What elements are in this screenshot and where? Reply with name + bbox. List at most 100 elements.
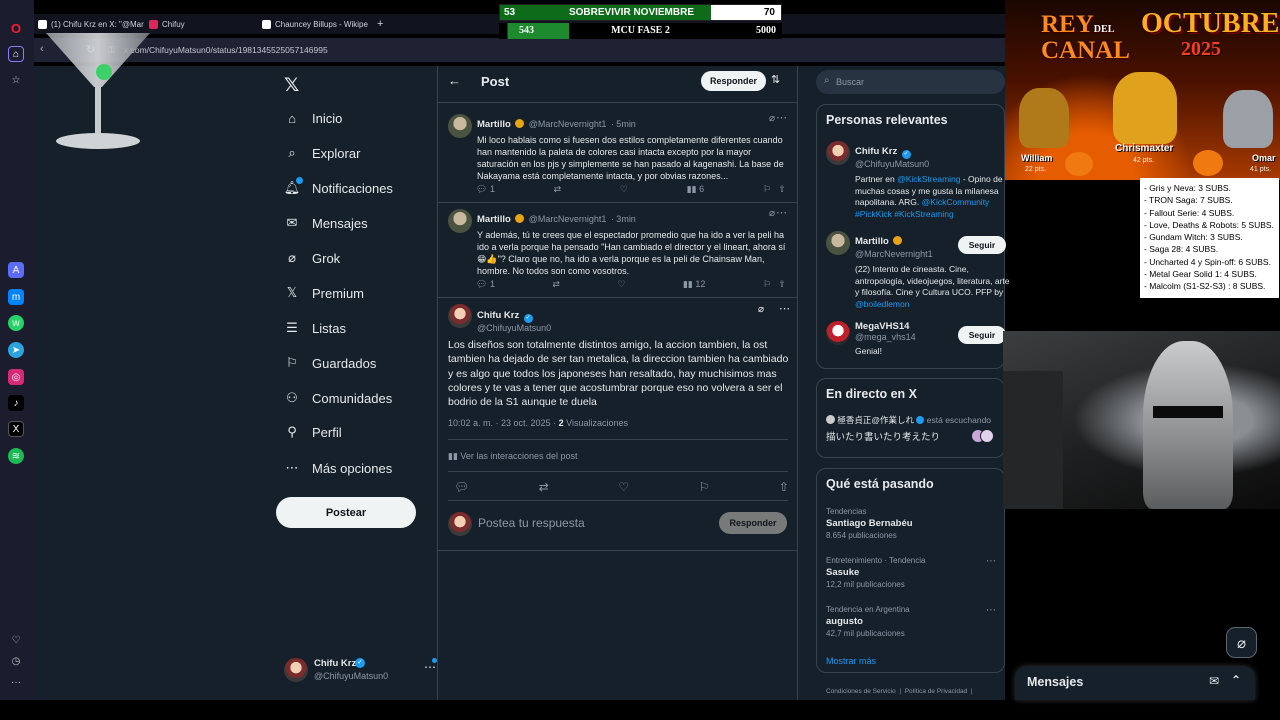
nav-comunidades[interactable]: ⚇ Comunidades (284, 386, 392, 410)
telegram-icon[interactable]: ➤ (8, 342, 24, 358)
heart-icon[interactable]: ♡ (8, 632, 24, 648)
views-action[interactable]: ▮▮ 12 (683, 279, 705, 290)
tweet-actions: 💬︎ 1 ⇄ ♡ ▮▮ 12 ⚐ ⇧ (476, 279, 786, 290)
more-icon[interactable]: ⋯ (776, 206, 787, 219)
like-icon[interactable]: ♡ (618, 480, 629, 494)
reply-input[interactable]: Postea tu respuesta (478, 516, 585, 530)
nav-grok[interactable]: ⌀ Grok (284, 246, 340, 270)
retweet-icon[interactable]: ⇄ (554, 184, 562, 195)
tweet-text: Mi loco hablais como si fuesen dos estil… (477, 135, 784, 181)
messenger-icon[interactable]: m (8, 289, 24, 305)
instagram-icon[interactable]: ◎ (8, 369, 24, 385)
like-icon[interactable]: ♡ (617, 279, 625, 290)
score-title: SOBREVIVIR NOVIEMBRE (552, 5, 711, 20)
profile-icon: ⚲ (287, 424, 297, 439)
tab-chifuy[interactable]: Chifuy (149, 17, 185, 31)
divider (448, 471, 788, 472)
tweet-text: Y además, tú te crees que el espectador … (477, 230, 786, 276)
grok-icon[interactable]: ⌀ (758, 304, 764, 315)
views-action[interactable]: ▮▮ 6 (687, 184, 704, 195)
gaming-chair (1143, 341, 1233, 509)
list-icon: ☰ (286, 320, 298, 335)
retweet-icon[interactable]: ⇄ (539, 480, 549, 494)
bookmark-share[interactable]: ⚐ ⇧ (763, 184, 786, 195)
home-icon[interactable]: ⌂ (8, 46, 24, 62)
wolf-icon (1223, 90, 1273, 148)
banner-year: 2025 (1181, 38, 1221, 60)
search-input[interactable]: ⌕ Buscar (816, 70, 1005, 94)
x-logo-icon[interactable]: 𝕏 (284, 74, 299, 97)
divider (448, 500, 788, 501)
spotify-icon[interactable]: ≋ (8, 448, 24, 464)
new-tab-button[interactable]: + (377, 17, 383, 31)
analytics-icon: ▮▮ (448, 451, 458, 461)
tab-wikipedia[interactable]: Chauncey Billups - Wikipe (262, 17, 368, 31)
follow-button[interactable]: Seguir (958, 236, 1006, 254)
grok-floating-button[interactable]: ⌀ (1226, 627, 1257, 658)
trend-item[interactable]: Tendencia en Argentina augusto 42,7 mil … (826, 605, 1004, 638)
tiktok-icon[interactable]: ♪ (8, 395, 24, 411)
pumpkin-icon (1065, 152, 1093, 176)
trend-item[interactable]: Tendencias Santiago Bernabéu 8.654 publi… (826, 507, 1004, 540)
back-arrow-icon[interactable]: ← (448, 73, 461, 88)
bookmark-icon: ⚐ (286, 355, 298, 370)
nav-premium[interactable]: 𝕏 Premium (284, 281, 364, 305)
nav-mensajes[interactable]: ✉ Mensajes (284, 211, 368, 235)
more-icon[interactable]: ⋯ (986, 556, 996, 567)
bookmark-icon: ⚐ (762, 279, 771, 289)
grok-icon[interactable]: ⌀ (769, 208, 775, 219)
avatar (448, 114, 472, 138)
grok-icon[interactable]: ⌀ (769, 113, 775, 124)
score-right: 70 (711, 5, 781, 20)
bookmark-icon[interactable]: ⚐ (699, 480, 710, 494)
reply-icon[interactable]: 💬︎ (454, 480, 469, 494)
more-icon[interactable]: ⋯ (986, 605, 996, 616)
account-switcher[interactable]: Chifu Krz ✓ @ChifuyuMatsun0 ⋯ (284, 656, 437, 686)
nav-perfil[interactable]: ⚲ Perfil (284, 420, 341, 444)
like-icon[interactable]: ♡ (620, 184, 628, 195)
compose-reply-button[interactable]: Responder (719, 512, 787, 534)
aria-icon[interactable]: A (8, 262, 24, 278)
wolf-icon (1019, 88, 1069, 148)
whatsapp-icon[interactable]: w (8, 315, 24, 331)
more-icon[interactable]: ··· (8, 674, 24, 690)
follow-button[interactable]: Seguir (958, 326, 1006, 344)
expand-icon[interactable]: ⌃ (1231, 673, 1241, 687)
nav-guardados[interactable]: ⚐ Guardados (284, 351, 376, 375)
left-nav: 𝕏 ⌂ Inicio ⌕ Explorar 🔔︎ Notificaciones ✉ Me… (274, 66, 437, 700)
more-icon[interactable]: ⋯ (779, 302, 790, 315)
url-text[interactable]: x.com/ChifuyuMatsun0/status/198134552505… (124, 45, 328, 55)
reply-action[interactable]: 💬︎ 1 (476, 184, 495, 195)
relevant-people-card: Personas relevantes Chifu Krz ✓ @Chifuyu… (816, 104, 1010, 369)
live-item[interactable]: 極香貞正@作業しれ está escuchando (826, 414, 991, 426)
view-interactions-link[interactable]: ▮▮ Ver las interacciones del post (448, 451, 578, 462)
retweet-icon[interactable]: ⇄ (552, 279, 560, 290)
nav-explorar[interactable]: ⌕ Explorar (284, 141, 360, 165)
star-icon[interactable]: ☆ (8, 72, 24, 88)
messages-drawer[interactable]: Mensajes ✉ ⌃ (1015, 666, 1255, 700)
new-message-icon[interactable]: ✉ (1209, 674, 1219, 688)
score-left: 53 (500, 5, 552, 20)
share-icon[interactable]: ⇧ (779, 480, 789, 494)
header-reply-button[interactable]: Responder (701, 71, 766, 91)
footer-links: Condiciones de Servicio | Política de Pr… (826, 688, 973, 695)
avatar[interactable] (448, 304, 472, 328)
filter-icon[interactable]: ⇅ (771, 73, 780, 86)
opera-logo-icon[interactable]: O (8, 20, 24, 36)
x-app-icon[interactable]: X (8, 421, 24, 437)
more-icon[interactable]: ⋯ (776, 111, 787, 124)
x-page: 𝕏 ⌂ Inicio ⌕ Explorar 🔔︎ Notificaciones ✉ Me… (34, 66, 1010, 700)
nav-inicio[interactable]: ⌂ Inicio (284, 106, 342, 130)
show-more-link[interactable]: Mostrar más (826, 656, 876, 666)
nav-listas[interactable]: ☰ Listas (284, 316, 346, 340)
nav-mas-opciones[interactable]: ⋯ Más opciones (284, 456, 393, 480)
search-icon: ⌕ (288, 145, 296, 160)
martini-glass-overlay (46, 33, 150, 149)
bookmark-share[interactable]: ⚐ ⇧ (763, 279, 786, 290)
trend-item[interactable]: Entretenimiento · Tendencia Sasuke 12,2 … (826, 556, 1004, 589)
home-icon: ⌂ (288, 110, 296, 126)
history-icon[interactable]: ◷ (8, 653, 24, 669)
reply-action[interactable]: 💬︎ 1 (476, 279, 495, 290)
postear-button[interactable]: Postear (276, 497, 416, 528)
nav-notificaciones[interactable]: 🔔︎ Notificaciones (284, 176, 393, 200)
